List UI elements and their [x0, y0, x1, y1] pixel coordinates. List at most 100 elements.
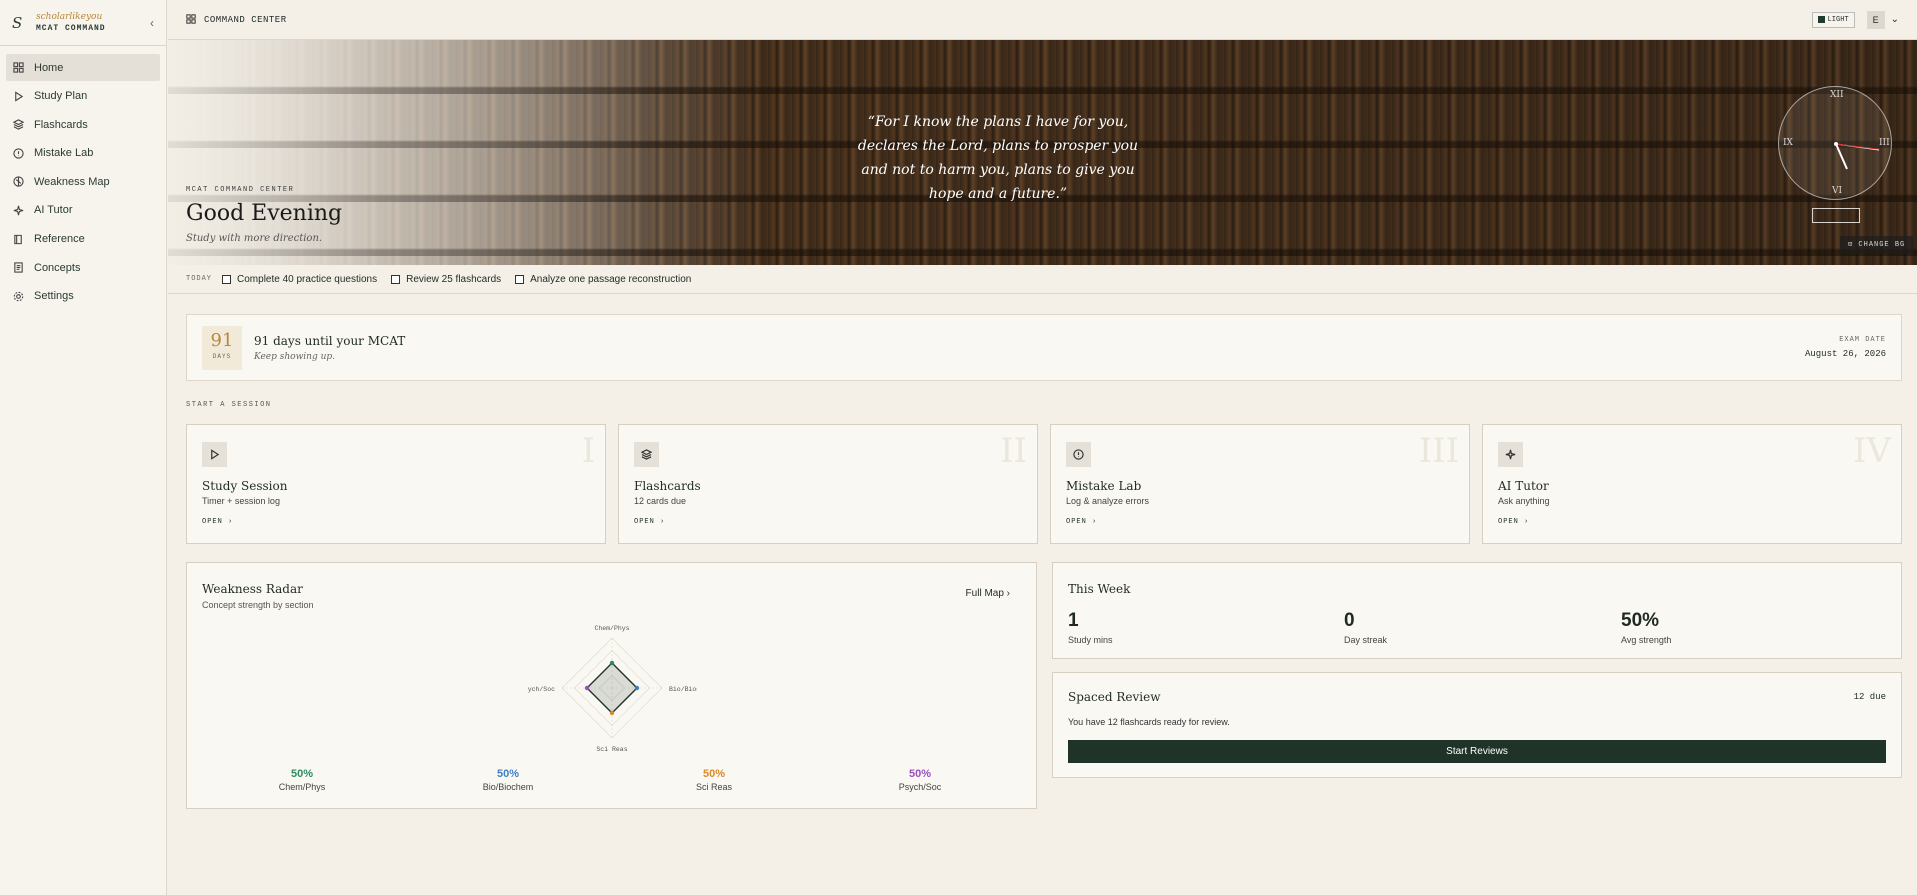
task-label: Review 25 flashcards: [406, 273, 502, 285]
open-link[interactable]: OPEN ›: [1066, 518, 1454, 526]
days-number: 91: [210, 329, 234, 351]
clock-digital-box: [1812, 208, 1860, 223]
session-card-flashcards[interactable]: II Flashcards 12 cards due OPEN ›: [618, 424, 1038, 544]
greeting-title: Good Evening: [186, 201, 343, 226]
brand-name: MCAT COMMAND: [36, 23, 106, 33]
sidebar-nav: Home Study Plan Flashcards Mistake Lab W…: [0, 46, 166, 319]
radar-series-area: [586, 662, 638, 714]
task-checkbox[interactable]: [515, 274, 525, 284]
sparkle-icon: [1498, 442, 1523, 467]
hero-banner: “For I know the plans I have for you, de…: [168, 40, 1917, 265]
week-stat-label: Day streak: [1344, 635, 1388, 645]
this-week-panel: This Week 1 Study mins 0 Day streak 50% …: [1052, 562, 1902, 659]
radar-subtitle: Concept strength by section: [202, 600, 314, 610]
radar-point: [609, 660, 615, 666]
task-checkbox[interactable]: [222, 274, 232, 284]
start-reviews-button[interactable]: Start Reviews: [1068, 740, 1886, 763]
avatar[interactable]: E: [1866, 10, 1885, 29]
card-title: Flashcards: [634, 479, 701, 493]
sidebar-item-mistake-lab[interactable]: Mistake Lab: [6, 140, 160, 167]
sidebar-item-reference[interactable]: Reference: [6, 226, 160, 253]
stat-label: Bio/Biochem: [482, 782, 534, 792]
stat-value: 50%: [290, 768, 314, 780]
hero-quote: “For I know the plans I have for you, de…: [857, 114, 1139, 202]
gear-icon: [13, 291, 24, 302]
analog-clock: XII III VI IX: [1778, 86, 1892, 200]
exam-date-label: EXAM DATE: [1839, 336, 1886, 344]
days-label: DAYS: [212, 352, 232, 360]
theme-toggle-button[interactable]: LIGHT: [1811, 11, 1855, 28]
radar-chart: Chem/Phys Bio/Biochem Sci Reas Psych/Soc: [527, 625, 697, 753]
sidebar-item-label: Concepts: [34, 261, 81, 274]
greeting-subtitle: Study with more direction.: [186, 233, 323, 244]
week-stat-value: 1: [1068, 610, 1079, 631]
exam-countdown: 91 DAYS 91 days until your MCAT Keep sho…: [186, 314, 1902, 381]
document-icon: [13, 262, 24, 273]
review-text: You have 12 flashcards ready for review.: [1068, 717, 1230, 727]
task-item[interactable]: Complete 40 practice questions: [222, 274, 377, 285]
week-stat-value: 50%: [1621, 610, 1660, 631]
exam-date-value: August 26, 2026: [1804, 349, 1886, 359]
section-stat: 50% Sci Reas: [654, 768, 774, 792]
sidebar-item-ai-tutor[interactable]: AI Tutor: [6, 197, 160, 224]
command-center-icon: [186, 11, 196, 29]
card-title: Study Session: [202, 479, 288, 493]
task-checkbox[interactable]: [391, 274, 401, 284]
collapse-sidebar-button[interactable]: ‹: [150, 16, 154, 30]
open-link[interactable]: OPEN ›: [1498, 518, 1886, 526]
weakness-radar-panel: Weakness Radar Concept strength by secti…: [186, 562, 1037, 809]
week-stat-label: Avg strength: [1621, 635, 1672, 645]
today-label: TODAY: [186, 275, 213, 283]
session-card-mistake-lab[interactable]: III Mistake Lab Log & analyze errors OPE…: [1050, 424, 1470, 544]
sidebar-item-home[interactable]: Home: [6, 54, 160, 81]
radar-point: [584, 685, 590, 691]
sidebar-item-settings[interactable]: Settings: [6, 283, 160, 310]
section-stat: 50% Chem/Phys: [242, 768, 362, 792]
task-item[interactable]: Review 25 flashcards: [391, 274, 501, 285]
radar-axis-label: Bio/Biochem: [669, 686, 697, 693]
book-icon: [13, 234, 24, 245]
task-item[interactable]: Analyze one passage reconstruction: [515, 274, 691, 285]
alert-icon: [13, 148, 24, 159]
full-map-button[interactable]: Full Map ›: [966, 588, 1010, 599]
week-stat-label: Study mins: [1068, 635, 1113, 645]
card-subtitle: Log & analyze errors: [1066, 496, 1150, 506]
brand: S scholarlikeyou MCAT COMMAND ‹: [0, 0, 166, 46]
theme-swatch-icon: [1817, 16, 1825, 23]
chevron-down-icon[interactable]: ⌄: [1891, 14, 1899, 25]
change-background-button[interactable]: ⊡ CHANGE BG: [1840, 236, 1914, 253]
stat-label: Psych/Soc: [898, 782, 942, 792]
task-label: Complete 40 practice questions: [237, 273, 378, 285]
sidebar-item-flashcards[interactable]: Flashcards: [6, 111, 160, 138]
play-icon: [13, 90, 24, 102]
stat-value: 50%: [496, 768, 520, 780]
open-link[interactable]: OPEN ›: [634, 518, 1022, 526]
week-stat-value: 0: [1344, 610, 1355, 631]
sidebar-item-weakness-map[interactable]: Weakness Map: [6, 168, 160, 195]
countdown-title: 91 days until your MCAT: [254, 333, 406, 348]
sidebar-item-study-plan[interactable]: Study Plan: [6, 83, 160, 110]
countdown-subtitle: Keep showing up.: [254, 351, 336, 362]
section-stat: 50% Psych/Soc: [860, 768, 980, 792]
sidebar-item-label: Reference: [34, 233, 85, 246]
review-due-count: 12 due: [1853, 692, 1886, 702]
week-title: This Week: [1068, 582, 1131, 596]
sidebar-item-label: Flashcards: [34, 118, 88, 131]
sidebar-item-label: Study Plan: [34, 90, 88, 103]
card-title: Mistake Lab: [1066, 479, 1142, 493]
week-stat: 0 Day streak: [1344, 610, 1387, 645]
section-stat: 50% Bio/Biochem: [448, 768, 568, 792]
sidebar-item-label: Mistake Lab: [34, 147, 94, 160]
home-icon: [13, 62, 24, 73]
page-title: COMMAND CENTER: [204, 14, 287, 25]
alert-icon: [1066, 442, 1091, 467]
open-link[interactable]: OPEN ›: [202, 518, 590, 526]
days-badge: 91 DAYS: [202, 325, 242, 370]
stat-label: Chem/Phys: [278, 782, 326, 792]
card-subtitle: Ask anything: [1498, 496, 1550, 506]
session-card-ai-tutor[interactable]: IV AI Tutor Ask anything OPEN ›: [1482, 424, 1902, 544]
sidebar-item-concepts[interactable]: Concepts: [6, 254, 160, 281]
topbar: COMMAND CENTER LIGHT E ⌄: [168, 0, 1917, 40]
brand-logo: S: [12, 13, 23, 32]
session-card-study[interactable]: I Study Session Timer + session log OPEN…: [186, 424, 606, 544]
